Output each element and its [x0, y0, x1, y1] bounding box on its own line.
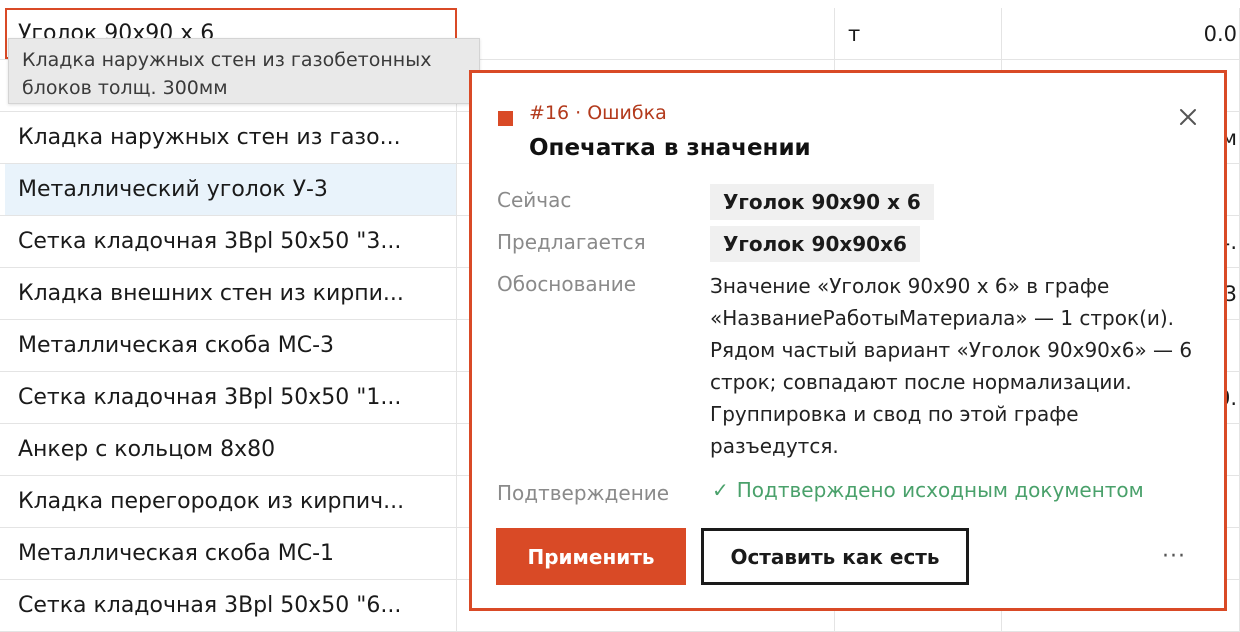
- issue-tag: #16 · Ошибка: [529, 102, 667, 124]
- tooltip-line: Кладка наружных стен из газобетонных: [22, 49, 432, 71]
- apply-button[interactable]: Применить: [496, 528, 686, 585]
- cell-empty[interactable]: [457, 8, 835, 59]
- cell-name[interactable]: Кладка наружных стен из газо...: [5, 112, 457, 163]
- cell-name[interactable]: Сетка кладочная 3Bpl 50х50 "6...: [5, 580, 457, 631]
- current-value: Уголок 90х90 х 6: [710, 184, 934, 220]
- cell-name[interactable]: Кладка перегородок из кирпич...: [5, 476, 457, 527]
- cell-name[interactable]: Сетка кладочная 3Bpl 50х50 "3...: [5, 216, 457, 267]
- cell-name[interactable]: Кладка внешних стен из кирпи...: [5, 268, 457, 319]
- check-icon: ✓: [712, 478, 729, 502]
- more-icon[interactable]: ···: [1154, 541, 1194, 571]
- issue-title: Опечатка в значении: [529, 135, 811, 161]
- close-button[interactable]: [1172, 101, 1204, 133]
- severity-square-icon: [498, 111, 513, 126]
- suggested-value: Уголок 90х90х6: [710, 226, 920, 262]
- cell-name[interactable]: Металлическая скоба МС-1: [5, 528, 457, 579]
- keep-as-is-button[interactable]: Оставить как есть: [701, 528, 969, 585]
- current-label: Сейчас: [497, 188, 572, 212]
- confirm-status: ✓ Подтверждено исходным документом: [712, 478, 1144, 502]
- cell-tooltip: Кладка наружных стен из газобетонных бло…: [8, 38, 480, 104]
- cell-value[interactable]: 0.0: [1002, 8, 1240, 59]
- reason-label: Обоснование: [497, 272, 637, 296]
- suggested-label: Предлагается: [497, 230, 646, 254]
- close-icon: [1180, 109, 1196, 125]
- cell-name[interactable]: Металлическая скоба МС-3: [5, 320, 457, 371]
- confirm-value: Подтверждено исходным документом: [736, 478, 1144, 502]
- cell-name[interactable]: Сетка кладочная 3Bpl 50х50 "1...: [5, 372, 457, 423]
- confirm-label: Подтверждение: [497, 481, 670, 505]
- reason-text: Значение «Уголок 90х90 х 6» в графе «Наз…: [710, 274, 1193, 458]
- issue-popover: #16 · Ошибка Опечатка в значении Сейчас …: [469, 70, 1227, 611]
- cell-unit[interactable]: т: [835, 8, 1002, 59]
- cell-name[interactable]: Металлический уголок У-3: [5, 164, 457, 215]
- cell-name[interactable]: Анкер с кольцом 8х80: [5, 424, 457, 475]
- tooltip-line: блоков толщ. 300мм: [22, 77, 228, 99]
